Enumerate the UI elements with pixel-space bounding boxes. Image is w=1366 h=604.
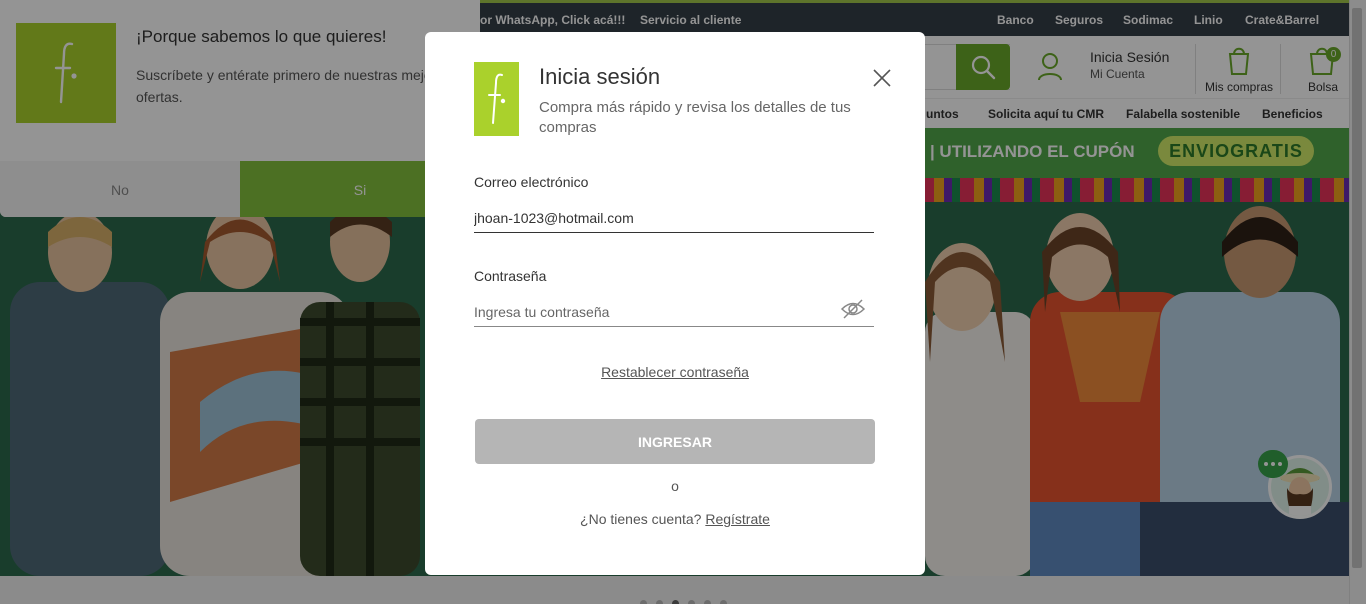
register-link[interactable]: Regístrate <box>705 511 770 527</box>
close-icon[interactable] <box>873 69 891 87</box>
eye-off-icon[interactable] <box>840 298 866 320</box>
modal-title: Inicia sesión <box>539 64 661 89</box>
login-submit-button[interactable]: INGRESAR <box>475 419 875 464</box>
email-field[interactable] <box>474 203 874 233</box>
password-field[interactable] <box>474 297 874 327</box>
reset-password-link[interactable]: Restablecer contraseña <box>601 364 749 380</box>
or-divider-text: o <box>671 478 679 494</box>
email-label: Correo electrónico <box>474 174 589 190</box>
login-modal: Inicia sesión Compra más rápido y revisa… <box>425 32 925 575</box>
falabella-logo-icon <box>474 62 519 136</box>
register-prompt-text: ¿No tienes cuenta? <box>580 511 702 527</box>
password-label: Contraseña <box>474 268 547 284</box>
register-prompt: ¿No tienes cuenta? Regístrate <box>425 511 925 527</box>
modal-subtitle: Compra más rápido y revisa los detalles … <box>539 99 851 136</box>
